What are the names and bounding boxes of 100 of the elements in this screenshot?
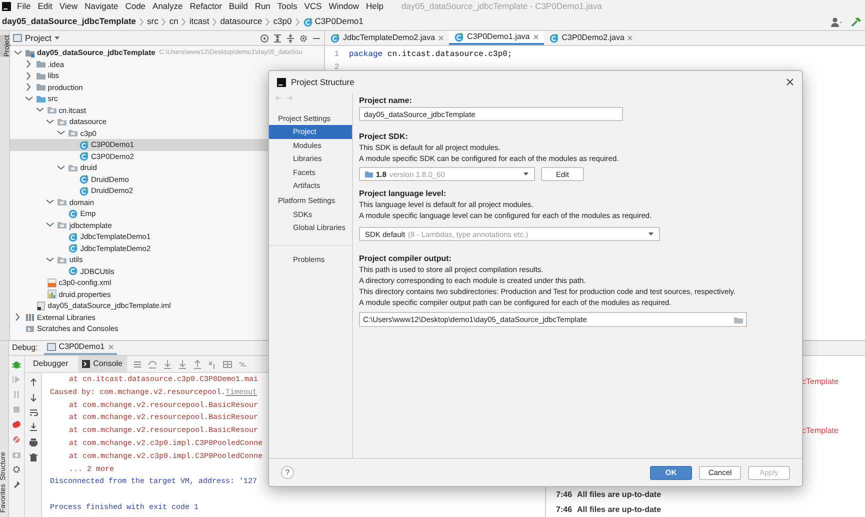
package-icon xyxy=(57,116,68,127)
table-icon[interactable] xyxy=(222,360,232,368)
menu-item[interactable]: File xyxy=(16,0,32,13)
menu-item[interactable]: Help xyxy=(364,0,384,13)
stop-icon[interactable] xyxy=(12,405,21,414)
menu-item[interactable]: Analyze xyxy=(152,0,184,13)
arrow-up-icon[interactable] xyxy=(28,378,38,387)
trash-icon[interactable] xyxy=(28,453,38,462)
app-window-icon xyxy=(46,343,56,351)
class-icon xyxy=(79,151,89,162)
resume-icon[interactable] xyxy=(12,375,21,384)
menu-item[interactable]: VCS xyxy=(303,0,323,13)
mute-breakpoints-icon[interactable] xyxy=(12,435,21,444)
class-icon xyxy=(68,232,78,242)
class-icon xyxy=(68,266,78,276)
menu-icon[interactable] xyxy=(132,360,142,368)
folder-icon[interactable] xyxy=(734,316,743,324)
user-icon[interactable] xyxy=(831,16,843,26)
bug-icon[interactable] xyxy=(12,360,21,369)
arrow-down-icon[interactable] xyxy=(28,393,38,402)
project-view-dropdown[interactable]: Project xyxy=(13,32,60,44)
breakpoints-icon[interactable] xyxy=(12,420,21,429)
editor-tab[interactable]: C3P0Demo1.java xyxy=(449,31,544,45)
step-out-icon[interactable] xyxy=(192,360,202,368)
class-icon xyxy=(68,243,78,254)
folder-icon xyxy=(36,59,46,70)
force-step-into-icon[interactable] xyxy=(178,360,186,368)
menu-item[interactable]: Refactor xyxy=(188,0,223,13)
print-icon[interactable] xyxy=(28,438,38,447)
breadcrumb-item[interactable]: cn xyxy=(169,15,178,28)
menu-item[interactable]: Edit xyxy=(36,0,54,13)
step-into-icon[interactable] xyxy=(162,360,172,368)
menu-item[interactable]: Navigate xyxy=(84,0,120,13)
breadcrumb-item[interactable]: day05_dataSource_jdbcTemplate xyxy=(2,15,136,28)
section-label: Project name: xyxy=(359,95,413,106)
chevron-right-icon xyxy=(211,16,218,26)
editor-tab[interactable]: JdbcTemplateDemo2.java xyxy=(325,31,450,45)
log-text: cTemplate xyxy=(801,376,840,388)
breadcrumb-item[interactable]: c3p0 xyxy=(273,15,292,28)
breadcrumb-item[interactable]: C3P0Demo1 xyxy=(302,15,364,28)
source-folder-icon xyxy=(36,94,46,104)
console-icon xyxy=(82,360,90,368)
tool-tab[interactable]: Console xyxy=(78,356,126,372)
section-label: Project compiler output: xyxy=(359,253,452,264)
section-label: Project language level: xyxy=(359,188,448,199)
class-icon xyxy=(548,33,559,43)
breadcrumb-item[interactable]: src xyxy=(147,15,158,28)
breadcrumb-item[interactable]: itcast xyxy=(189,15,210,28)
panel-icon xyxy=(13,34,22,42)
close-icon[interactable] xyxy=(786,78,794,86)
menu-item[interactable]: Run xyxy=(254,0,272,13)
editor-tab[interactable]: C3P0Demo2.java xyxy=(544,31,638,45)
log-message: All files are up-to-date xyxy=(577,489,662,501)
soft-wrap-icon[interactable] xyxy=(28,408,38,417)
log-time: 7:46 xyxy=(556,504,572,516)
module-folder-icon xyxy=(25,48,35,58)
folder-icon xyxy=(365,170,373,178)
folder-icon xyxy=(36,82,46,92)
link-icon[interactable] xyxy=(238,360,246,368)
menu-item[interactable]: Code xyxy=(124,0,147,13)
scroll-to-end-icon[interactable] xyxy=(28,423,38,432)
tool-tab[interactable]: Debugger xyxy=(29,356,72,372)
settings-icon[interactable] xyxy=(299,34,308,42)
hammer-icon[interactable] xyxy=(851,16,861,26)
chevron-right-icon xyxy=(160,16,168,26)
log-time: 7:46 xyxy=(556,489,572,501)
pause-icon[interactable] xyxy=(12,390,21,399)
package-icon xyxy=(68,128,78,138)
step-over-icon[interactable] xyxy=(148,360,156,368)
menu-item[interactable]: Build xyxy=(228,0,249,13)
camera-icon[interactable] xyxy=(12,450,21,459)
log-text: cTemplate xyxy=(801,425,840,437)
caret-down-icon xyxy=(648,231,654,237)
cursor-icon[interactable] xyxy=(208,360,216,368)
help-button[interactable]: ? xyxy=(281,466,294,479)
log-message: All files are up-to-date xyxy=(577,504,662,516)
menu-item[interactable]: View xyxy=(58,0,79,13)
pin-icon[interactable] xyxy=(12,480,21,489)
settings-icon[interactable] xyxy=(12,465,21,474)
line-number: 1 xyxy=(333,48,340,60)
package-icon xyxy=(68,162,78,173)
chevron-right-icon xyxy=(138,16,146,26)
target-icon[interactable] xyxy=(260,34,269,42)
package-icon xyxy=(57,197,68,208)
package-icon xyxy=(57,220,68,230)
dialog-title: Project Structure xyxy=(291,76,354,88)
class-icon xyxy=(79,186,89,196)
chevron-right-icon xyxy=(180,16,188,26)
menu-item[interactable]: Tools xyxy=(276,0,298,13)
panel-title: Debug: xyxy=(12,342,38,354)
app-logo-icon xyxy=(277,78,286,86)
class-icon xyxy=(79,140,89,150)
section-label: Project SDK: xyxy=(359,131,409,142)
class-icon xyxy=(68,208,78,219)
breadcrumb-item[interactable]: datasource xyxy=(220,15,262,28)
menu-item[interactable]: Window xyxy=(328,0,360,13)
collapse-all-icon[interactable] xyxy=(286,34,295,42)
window-title: day05_dataSource_jdbcTemplate - C3P0Demo1.java xyxy=(401,0,602,13)
expand-all-icon[interactable] xyxy=(273,34,282,42)
class-icon xyxy=(330,33,340,43)
